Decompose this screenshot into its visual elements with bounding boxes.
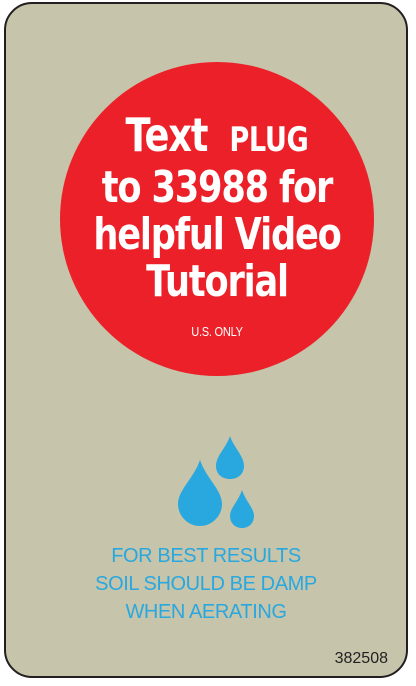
promo-circle: Text PLUG to 33988 for helpful Video Tut… xyxy=(60,62,374,376)
tip-line-3: WHEN AERATING xyxy=(125,601,287,623)
region-note: U.S. ONLY xyxy=(191,324,243,339)
water-drop-small xyxy=(230,490,254,528)
promo-line-2: to 33988 for xyxy=(101,162,334,213)
promo-line-1: Text PLUG xyxy=(91,112,342,164)
water-drop-large xyxy=(178,460,222,526)
promo-headline: Text PLUG to 33988 for helpful Video Tut… xyxy=(91,112,342,307)
promo-text-word: Text xyxy=(125,108,209,162)
promo-keyword: PLUG xyxy=(229,120,309,160)
water-drops-icon xyxy=(178,436,254,528)
water-drop-top xyxy=(216,436,244,479)
part-number: 382508 xyxy=(334,650,388,667)
promo-line-4: Tutorial xyxy=(146,256,289,307)
label-card: Text PLUG to 33988 for helpful Video Tut… xyxy=(4,2,408,678)
tip-line-1: FOR BEST RESULTS xyxy=(111,545,301,567)
damp-soil-tip: FOR BEST RESULTS SOIL SHOULD BE DAMP WHE… xyxy=(6,542,406,626)
tip-line-2: SOIL SHOULD BE DAMP xyxy=(95,573,317,595)
promo-line-3: helpful Video xyxy=(93,209,341,260)
